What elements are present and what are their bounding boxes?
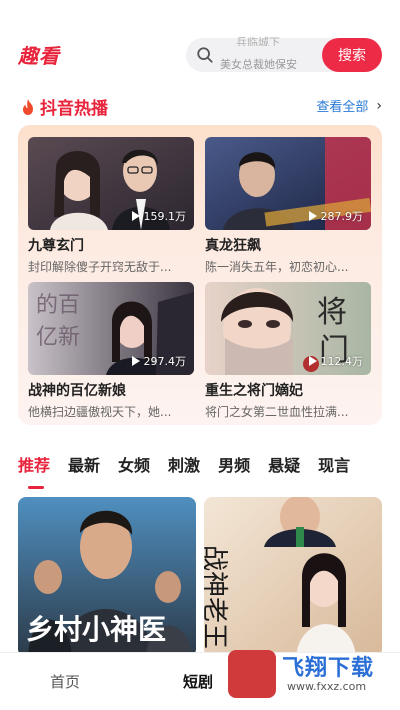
search-button[interactable]: 搜索 <box>322 38 382 72</box>
drama-title: 战神的百亿新娘 <box>28 383 126 399</box>
svg-text:将: 将 <box>317 295 347 330</box>
watermark-url: www.fxxz.com <box>284 680 370 693</box>
search-input[interactable]: 美女总裁她保安 <box>220 56 297 72</box>
play-count: 112.4万 <box>308 353 363 369</box>
drama-title: 真龙狂飙 <box>205 238 261 254</box>
watermark-text: 飞翔下载 <box>282 656 375 681</box>
drama-thumbnail: 159.1万 <box>28 137 194 230</box>
tab-recommend[interactable]: 推荐 <box>18 452 50 476</box>
drama-thumbnail: 将 门 112.4万 <box>205 282 371 375</box>
tab-male[interactable]: 男频 <box>218 452 250 476</box>
category-tabs: 推荐 最新 女频 刺激 男频 悬疑 现言 <box>18 452 368 476</box>
view-all-label: 查看全部 <box>316 100 369 115</box>
hot-section-title: 抖音热播 <box>20 94 108 119</box>
play-count: 297.4万 <box>131 353 186 369</box>
drama-thumbnail: 287.9万 <box>205 137 371 230</box>
play-count: 287.9万 <box>308 208 363 224</box>
play-icon <box>131 356 140 366</box>
tab-romance[interactable]: 现言 <box>318 452 350 476</box>
drama-thumbnail: 的百 亿新 297.4万 <box>28 282 194 375</box>
drama-card[interactable]: 将 门 112.4万 重生之将门嫡妃 将门之女第二世血性拉满... <box>205 282 371 420</box>
search-bar[interactable]: 兵临城下 美女总裁她保安 搜索 <box>186 36 382 72</box>
poster-card[interactable]: 乡村小神医 <box>18 497 196 657</box>
chevron-right-icon: › <box>376 97 382 114</box>
view-all-link[interactable]: 查看全部 › <box>316 96 382 116</box>
drama-desc: 将门之女第二世血性拉满... <box>205 405 349 419</box>
search-icon <box>197 47 213 63</box>
play-icon <box>308 211 317 221</box>
poster-title: 战神老王 <box>204 545 229 649</box>
drama-card[interactable]: 的百 亿新 297.4万 战神的百亿新娘 他横扫边疆傲视天下，她... <box>28 282 194 420</box>
svg-text:的百: 的百 <box>36 293 80 318</box>
header: 趣看 兵临城下 美女总裁她保安 搜索 <box>0 0 400 80</box>
app-logo[interactable]: 趣看 <box>18 40 60 69</box>
fire-icon <box>23 98 33 115</box>
active-tab-indicator <box>28 486 44 489</box>
hot-section-label: 抖音热播 <box>40 99 108 119</box>
poster-title: 乡村小神医 <box>26 613 166 646</box>
tab-thrill[interactable]: 刺激 <box>168 452 200 476</box>
watermark-logo <box>228 650 276 698</box>
watermark: 飞翔下载 www.fxxz.com <box>228 648 388 700</box>
tab-mystery[interactable]: 悬疑 <box>268 452 300 476</box>
drama-title: 九尊玄门 <box>28 238 84 254</box>
search-hint-previous: 兵临城下 <box>236 36 280 46</box>
drama-card[interactable]: 287.9万 真龙狂飙 陈一消失五年，初恋初心... <box>205 137 371 275</box>
tab-latest[interactable]: 最新 <box>68 452 100 476</box>
play-icon <box>308 356 317 366</box>
drama-title: 重生之将门嫡妃 <box>205 383 303 399</box>
drama-desc: 陈一消失五年，初恋初心... <box>205 260 349 274</box>
nav-home[interactable]: 首页 <box>50 671 80 692</box>
drama-desc: 封印解除傻子开窍无敌于... <box>28 260 172 274</box>
drama-card[interactable]: 159.1万 九尊玄门 封印解除傻子开窍无敌于... <box>28 137 194 275</box>
play-icon <box>131 211 140 221</box>
drama-desc: 他横扫边疆傲视天下，她... <box>28 405 172 419</box>
hot-panel: 159.1万 九尊玄门 封印解除傻子开窍无敌于... 287.9万 真龙狂飙 陈… <box>18 125 382 425</box>
poster-card[interactable]: 战神老王 <box>204 497 382 657</box>
nav-short-drama[interactable]: 短剧 <box>183 671 213 692</box>
svg-text:亿新: 亿新 <box>36 325 80 350</box>
tab-female[interactable]: 女频 <box>118 452 150 476</box>
play-count: 159.1万 <box>131 208 186 224</box>
